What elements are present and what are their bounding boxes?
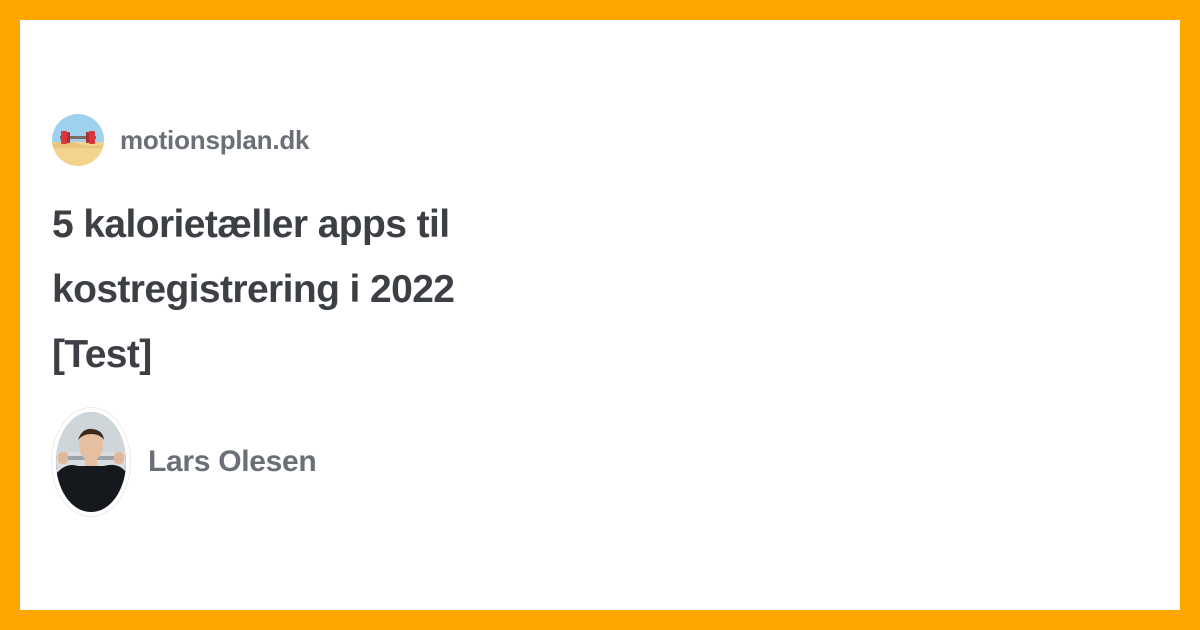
- site-name: motionsplan.dk: [120, 124, 310, 155]
- title-line-2: kostregistrering i 2022: [52, 268, 455, 311]
- article-title[interactable]: 5 kalorietæller apps til kostregistrerin…: [52, 192, 552, 387]
- title-line-3: [Test]: [52, 333, 152, 376]
- author-name: Lars Olesen: [148, 445, 317, 478]
- site-header[interactable]: motionsplan.dk: [52, 114, 310, 166]
- share-card: motionsplan.dk 5 kalorietæller apps til …: [20, 20, 1180, 610]
- author-byline[interactable]: Lars Olesen: [52, 408, 317, 516]
- author-avatar: [52, 408, 130, 516]
- barbell-beach-logo-icon: [52, 114, 104, 166]
- title-line-1: 5 kalorietæller apps til: [52, 203, 450, 246]
